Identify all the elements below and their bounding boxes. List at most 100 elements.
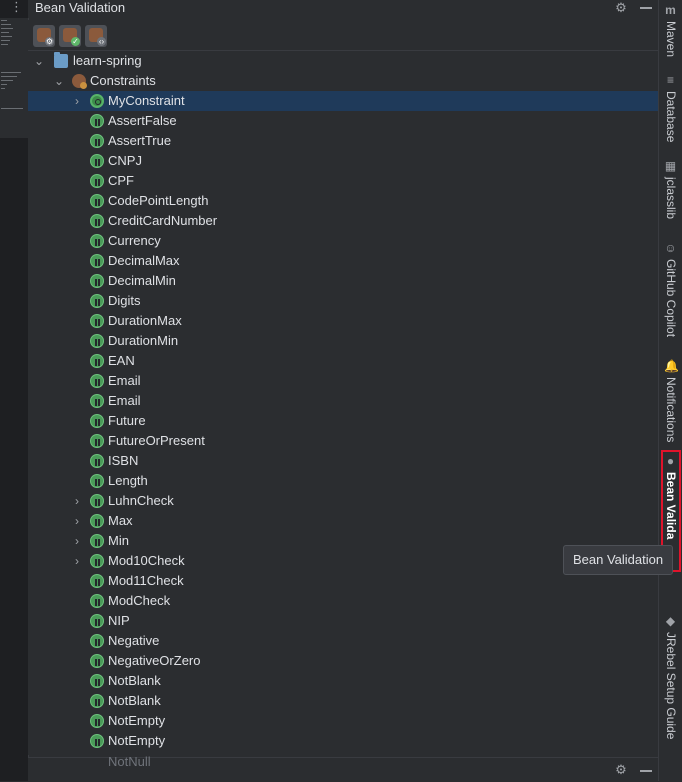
tree-node-constraint[interactable]: Currency xyxy=(28,231,658,251)
tree-node-constraint[interactable]: Length xyxy=(28,471,658,491)
tree-node-constraint[interactable]: Digits xyxy=(28,291,658,311)
tree-node-constraint[interactable]: NotBlank xyxy=(28,671,658,691)
minimize-icon[interactable] xyxy=(640,7,652,9)
package-label: Constraints xyxy=(90,73,156,88)
gear-icon[interactable]: ⚙ xyxy=(614,762,628,778)
constraint-label: CPF xyxy=(108,173,134,188)
tree-node-constraint[interactable]: ISBN xyxy=(28,451,658,471)
constraint-icon xyxy=(90,694,104,708)
chevron-down-icon[interactable]: ⌄ xyxy=(33,54,45,68)
chevron-right-icon[interactable]: › xyxy=(71,534,83,548)
stripe-button-bell[interactable]: 🔔 Notifications xyxy=(659,360,682,450)
more-options-icon[interactable]: ⋮ xyxy=(10,0,23,16)
tree-node-constraint[interactable]: Email xyxy=(28,371,658,391)
tree-node-project[interactable]: ⌄ learn-spring xyxy=(28,51,658,71)
tree-node-constraint[interactable]: NegativeOrZero xyxy=(28,651,658,671)
constraint-icon xyxy=(90,134,104,148)
constraint-icon xyxy=(90,414,104,428)
tree-node-package[interactable]: ⌄ Constraints xyxy=(28,71,658,91)
tree-node-constraint[interactable]: DecimalMax xyxy=(28,251,658,271)
constraint-icon xyxy=(90,154,104,168)
chevron-right-icon[interactable]: › xyxy=(71,514,83,528)
constraint-label: CreditCardNumber xyxy=(108,213,218,228)
tree-node-constraint[interactable]: AssertFalse xyxy=(28,111,658,131)
code-constraint-button[interactable]: ‹› xyxy=(85,25,107,47)
constraint-label: Future xyxy=(108,413,146,428)
stripe-label: Notifications xyxy=(664,377,678,443)
constraint-label: FutureOrPresent xyxy=(108,433,205,448)
constraint-label: NotEmpty xyxy=(108,713,166,728)
code-badge-icon: ‹› xyxy=(97,37,106,46)
constraint-icon xyxy=(90,334,104,348)
constraint-label: CNPJ xyxy=(108,153,142,168)
tree-node-constraint[interactable]: NIP xyxy=(28,611,658,631)
constraint-icon xyxy=(90,614,104,628)
bottom-toolbar: NotNull ⚙ xyxy=(28,754,658,782)
tree-node-constraint[interactable]: Email xyxy=(28,391,658,411)
constraint-label: Mod10Check xyxy=(108,553,185,568)
tree-node-constraint[interactable]: NotEmpty xyxy=(28,731,658,751)
tree-node-constraint[interactable]: ModCheck xyxy=(28,591,658,611)
tree-node-constraint[interactable]: CodePointLength xyxy=(28,191,658,211)
chevron-right-icon[interactable]: › xyxy=(71,94,83,108)
constraint-icon xyxy=(90,734,104,748)
tree-node-constraint[interactable]: Negative xyxy=(28,631,658,651)
tree-node-constraint[interactable]: FutureOrPresent xyxy=(28,431,658,451)
constraint-icon xyxy=(90,494,104,508)
constraint-label: EAN xyxy=(108,353,135,368)
constraint-icon xyxy=(90,634,104,648)
constraint-label: ModCheck xyxy=(108,593,171,608)
tree-node-constraint[interactable]: NotEmpty xyxy=(28,711,658,731)
stripe-label: Maven xyxy=(664,21,678,58)
constraint-icon xyxy=(90,654,104,668)
tree-node-constraint[interactable]: CPF xyxy=(28,171,658,191)
right-tool-stripe: m Maven ≡ Database ▦ jclasslib ☺ GitHub Copilot… xyxy=(658,0,682,781)
jclasslib-icon: ▦ xyxy=(664,159,677,173)
tree-node-constraint[interactable]: Future xyxy=(28,411,658,431)
stripe-button-copilot[interactable]: ☺ GitHub Copilot xyxy=(659,242,682,352)
tree-node-constraint[interactable]: CreditCardNumber xyxy=(28,211,658,231)
tree-node-constraint[interactable]: CNPJ xyxy=(28,151,658,171)
chevron-down-icon[interactable]: ⌄ xyxy=(53,74,65,88)
stripe-label: jclasslib xyxy=(664,177,678,220)
tree-node-constraint[interactable]: AssertTrue xyxy=(28,131,658,151)
constraint-icon xyxy=(90,514,104,528)
chevron-right-icon[interactable]: › xyxy=(71,494,83,508)
stripe-button-jclasslib[interactable]: ▦ jclasslib xyxy=(659,160,682,235)
tree-node-constraint[interactable]: DurationMax xyxy=(28,311,658,331)
minimize-icon[interactable] xyxy=(640,770,652,772)
stripe-button-maven[interactable]: m Maven xyxy=(659,4,682,64)
constraint-icon xyxy=(90,114,104,128)
chevron-right-icon[interactable]: › xyxy=(71,554,83,568)
constraint-label: NIP xyxy=(108,613,130,628)
constraint-settings-button[interactable]: ⚙ xyxy=(33,25,55,47)
jrebel-icon: ◆ xyxy=(665,614,676,628)
tree-node-constraint[interactable]: › Max xyxy=(28,511,658,531)
constraint-label: NegativeOrZero xyxy=(108,653,201,668)
database-icon: ≡ xyxy=(666,73,674,87)
tree-node-constraint[interactable]: EAN xyxy=(28,351,658,371)
constraint-icon xyxy=(90,374,104,388)
constraint-label: CodePointLength xyxy=(108,193,209,208)
constraint-label: MyConstraint xyxy=(108,93,185,108)
tree-node-constraint[interactable]: NotBlank xyxy=(28,691,658,711)
constraint-icon xyxy=(90,394,104,408)
tool-window-header: Bean Validation ⚙ xyxy=(28,0,658,18)
constraint-label: AssertFalse xyxy=(108,113,177,128)
tree-node-constraint[interactable]: DurationMin xyxy=(28,331,658,351)
stripe-button-database[interactable]: ≡ Database xyxy=(659,74,682,154)
gear-icon[interactable]: ⚙ xyxy=(614,0,628,16)
constraint-label: DecimalMin xyxy=(108,273,176,288)
constraint-label: NotEmpty xyxy=(108,733,166,748)
stripe-button-jrebel[interactable]: ◆ JRebel Setup Guide xyxy=(659,615,682,765)
constraint-icon xyxy=(90,454,104,468)
constraint-icon xyxy=(90,254,104,268)
tree-node-constraint[interactable]: › LuhnCheck xyxy=(28,491,658,511)
constraint-label: ISBN xyxy=(108,453,139,468)
constraint-icon xyxy=(90,234,104,248)
tooltip-text: Bean Validation xyxy=(573,552,664,567)
tree-node-constraint[interactable]: DecimalMin xyxy=(28,271,658,291)
constraint-icon xyxy=(90,674,104,688)
validate-constraint-button[interactable]: ✓ xyxy=(59,25,81,47)
tree-node-constraint[interactable]: › MyConstraint xyxy=(28,91,658,111)
